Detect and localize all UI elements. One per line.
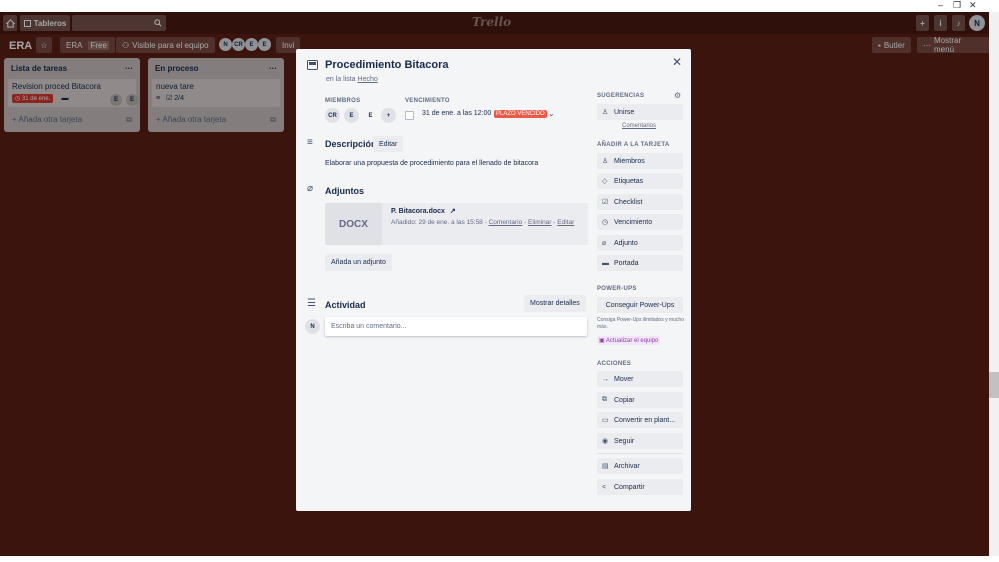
eye-icon: ◉ — [602, 438, 609, 445]
clock-icon: ◷ — [602, 219, 609, 226]
member-avatar[interactable]: CR — [325, 108, 340, 123]
arrow-right-icon: → — [602, 375, 609, 383]
external-link-icon: ↗ — [449, 208, 456, 215]
bottom-strip — [0, 556, 999, 562]
attachments-heading: Adjuntos — [325, 186, 364, 196]
attachment-button-label: Adjunto — [614, 239, 638, 247]
overdue-badge: PLAZO VENCIDO — [494, 110, 547, 118]
tag-icon: ◇ — [602, 178, 608, 185]
paperclip-icon: ⌀ — [307, 183, 314, 194]
archive-button-label: Archivar — [614, 462, 640, 470]
close-icon[interactable]: ✕ — [672, 55, 682, 69]
cover-button[interactable]: ▬ Portada — [597, 255, 683, 271]
template-icon: ▭ — [602, 417, 609, 424]
make-template-button-label: Convertir en plant... — [614, 416, 676, 424]
person-icon: ♙ — [602, 109, 609, 116]
copy-icon: ⧉ — [602, 396, 607, 403]
edit-description-button[interactable]: Editar — [373, 136, 404, 152]
description-text[interactable]: Elaborar una propuesta de procedimiento … — [325, 160, 538, 167]
members-button-label: Miembros — [614, 157, 645, 165]
description-heading: Descripción — [325, 139, 377, 149]
make-template-button[interactable]: ▭ Convertir en plant... — [597, 412, 683, 428]
plus-icon: + — [386, 112, 391, 119]
add-attachment-button[interactable]: Añada un adjunto — [325, 254, 392, 271]
comment-avatar: N — [305, 319, 320, 334]
card-title[interactable]: Procedimiento Bitacora — [325, 59, 448, 71]
powerups-promo-text: Consiga Power-Ups ilimitados y mucho más… — [597, 317, 684, 330]
window-titlebar: – ❐ ✕ — [0, 0, 999, 12]
labels-button-label: Etiquetas — [614, 177, 644, 185]
member-avatar[interactable]: E — [363, 108, 378, 123]
join-button[interactable]: ♙ Unirse — [597, 104, 683, 120]
checklist-button[interactable]: ☑ Checklist — [597, 194, 683, 210]
copy-button-label: Copiar — [614, 396, 635, 404]
activity-heading: Actividad — [325, 300, 366, 310]
member-avatar[interactable]: E — [344, 108, 359, 123]
watch-button-label: Seguir — [614, 437, 635, 445]
due-complete-checkbox[interactable] — [405, 111, 414, 120]
cover-icon: ▬ — [602, 259, 609, 267]
labels-button[interactable]: ◇ Etiquetas — [597, 173, 683, 189]
attachment-comment-link[interactable]: Comentario — [489, 219, 523, 226]
scrollbar-thumb[interactable] — [989, 372, 999, 398]
chevron-down-icon[interactable]: ⌄ — [548, 109, 555, 118]
cover-button-label: Portada — [614, 259, 639, 267]
description-icon: ≡ — [307, 137, 313, 148]
person-icon: ♙ — [602, 158, 609, 165]
move-button[interactable]: → Mover — [597, 371, 683, 387]
upgrade-team-label: Actualizar el equipo — [606, 338, 659, 344]
members-button[interactable]: ♙ Miembros — [597, 153, 683, 169]
divider — [597, 453, 683, 454]
actions-label: ACCIONES — [597, 361, 632, 367]
attachment-button[interactable]: ⌀ Adjunto — [597, 235, 683, 251]
attachment-edit-link[interactable]: Editar — [557, 219, 574, 226]
list-link[interactable]: Hecho — [358, 76, 378, 83]
due-label: VENCIMIENTO — [405, 98, 450, 104]
watch-button[interactable]: ◉ Seguir — [597, 433, 683, 449]
add-member-button[interactable]: + — [381, 108, 396, 123]
upgrade-icon: ▣ — [599, 338, 607, 344]
suggestions-label: SUGERENCIAS — [597, 93, 645, 99]
activity-icon: ☰ — [307, 298, 316, 309]
archive-icon: ▤ — [602, 463, 609, 470]
due-date-button-label: Vencimiento — [614, 218, 653, 226]
card-detail-modal: ✕ Procedimiento Bitacora en la lista Hec… — [296, 49, 691, 511]
add-to-card-label: AÑADIR A LA TARJETA — [597, 142, 670, 148]
attachment-name[interactable]: P. Bitacora.docx ↗ — [391, 207, 456, 215]
powerups-label: POWER-UPS — [597, 286, 637, 292]
card-icon — [307, 60, 318, 72]
attachment-added: Añadido: 29 de ene. a las 15:58 - — [391, 219, 487, 226]
minimize-button[interactable]: – — [938, 0, 943, 10]
copy-button[interactable]: ⧉ Copiar — [597, 392, 683, 408]
due-date[interactable]: 31 de ene. a las 12:00 — [422, 110, 491, 117]
due-date-button[interactable]: ◷ Vencimiento — [597, 214, 683, 230]
page-scrollbar[interactable] — [989, 12, 999, 556]
checklist-button-label: Checklist — [614, 198, 643, 206]
comments-link[interactable]: Comentarios — [622, 123, 656, 129]
comment-input[interactable]: Escriba un comentario... — [325, 317, 587, 336]
card-list-info: en la lista Hecho — [326, 76, 378, 83]
members-label: MIEMBROS — [325, 98, 361, 104]
checkbox-icon: ☑ — [602, 199, 609, 206]
close-window-button[interactable]: ✕ — [969, 0, 977, 11]
upgrade-team-link[interactable]: ▣ Actualizar el equipo — [597, 336, 661, 345]
restore-button[interactable]: ❐ — [953, 0, 961, 11]
archive-button[interactable]: ▤ Archivar — [597, 458, 683, 474]
attachment-filename: P. Bitacora.docx — [391, 208, 445, 215]
trello-app: Tableros Trello + i ♪ N ERA ☆ ERA Free ⚇… — [0, 12, 989, 556]
share-button-label: Compartir — [614, 483, 645, 491]
attachment-delete-link[interactable]: Eliminar — [528, 219, 551, 226]
gear-icon[interactable]: ⚙ — [674, 91, 681, 100]
move-button-label: Mover — [614, 375, 634, 383]
attachment-meta: Añadido: 29 de ene. a las 15:58 - Coment… — [391, 219, 575, 226]
in-list-prefix: en la lista — [326, 76, 356, 83]
paperclip-icon: ⌀ — [602, 240, 607, 247]
share-button[interactable]: < Compartir — [597, 479, 683, 495]
get-powerups-button[interactable]: Conseguir Power-Ups — [597, 297, 683, 313]
show-details-button[interactable]: Mostrar detalles — [524, 295, 586, 312]
share-icon: < — [602, 483, 607, 491]
attachment-thumbnail[interactable]: DOCX — [325, 203, 382, 245]
join-label: Unirse — [614, 108, 635, 116]
